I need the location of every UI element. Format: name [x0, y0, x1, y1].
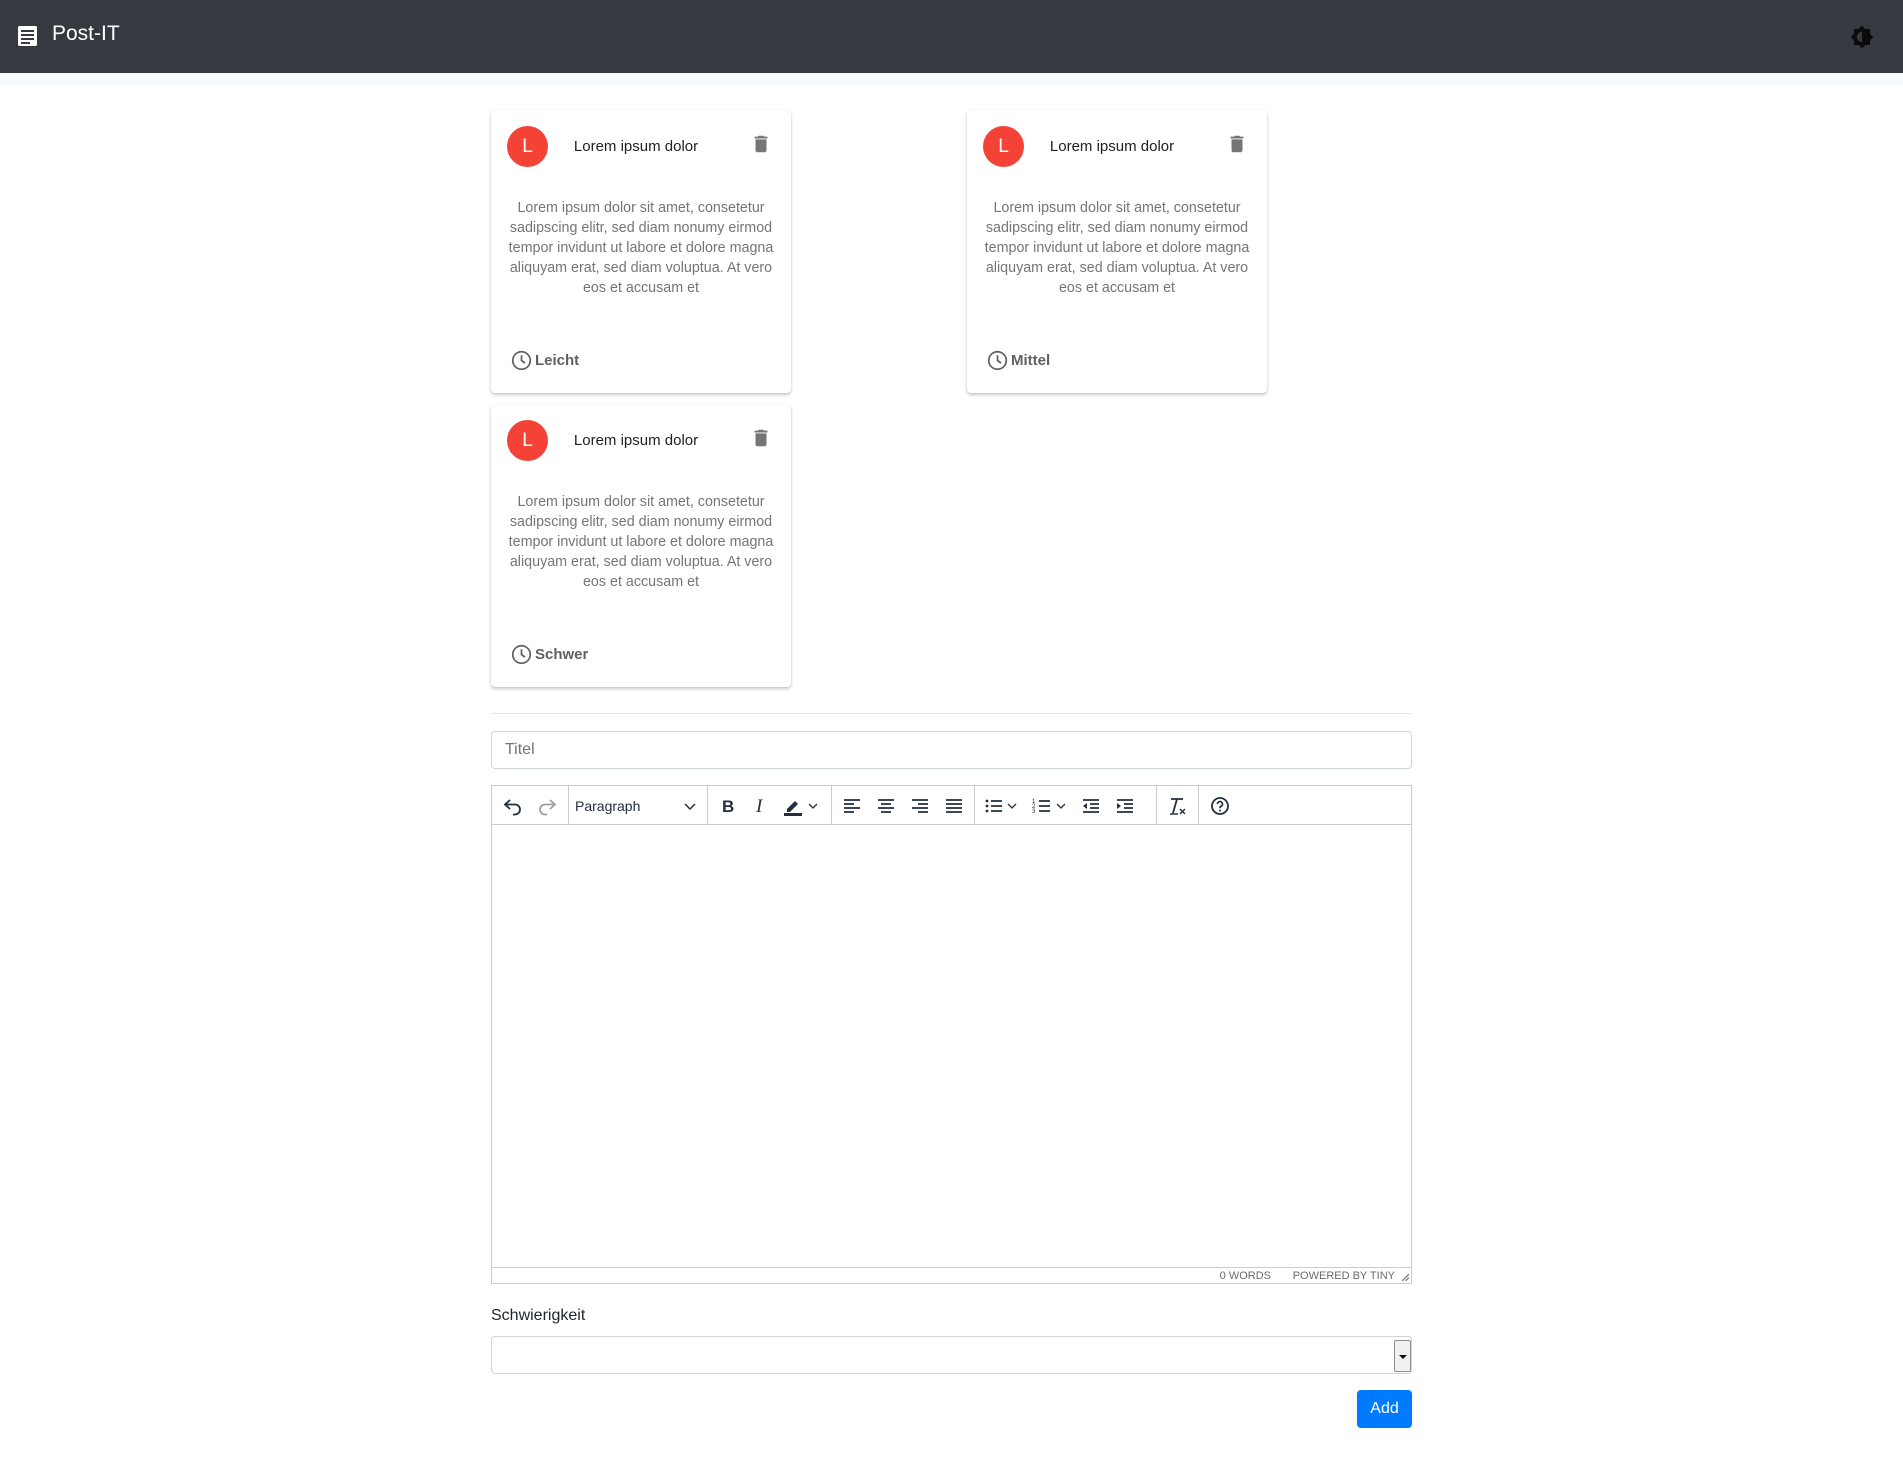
- block-format-value: Paragraph: [575, 798, 641, 814]
- avatar: L: [507, 420, 548, 461]
- toolbar-separator: [707, 786, 708, 825]
- toolbar-separator: [831, 786, 832, 825]
- toolbar-separator: [1156, 786, 1157, 825]
- help-icon[interactable]: [1208, 794, 1232, 818]
- indent-icon[interactable]: [1113, 794, 1137, 818]
- notes-icon[interactable]: [18, 26, 37, 46]
- numbered-list-icon[interactable]: 1 2 3: [1030, 794, 1054, 818]
- clear-formatting-icon[interactable]: [1165, 794, 1189, 818]
- title-input[interactable]: [491, 731, 1412, 769]
- clock-icon: [511, 350, 532, 371]
- chevron-down-icon: [1399, 1355, 1407, 1359]
- svg-text:B: B: [722, 797, 734, 816]
- note-title: Lorem ipsum dolor: [573, 138, 699, 155]
- resize-handle-icon[interactable]: [1399, 1271, 1410, 1282]
- navbar: Post-IT: [0, 0, 1903, 73]
- add-button[interactable]: Add: [1357, 1390, 1412, 1428]
- rich-text-editor: Paragraph B I 1 2 3 0 WORDS POWERED BY T…: [491, 785, 1412, 1284]
- align-left-icon[interactable]: [840, 794, 864, 818]
- editor-content-area[interactable]: [492, 826, 1411, 1267]
- difficulty-label: Schwer: [535, 646, 589, 663]
- bullet-list-icon[interactable]: [982, 794, 1006, 818]
- toolbar-separator: [974, 786, 975, 825]
- toolbar-separator: [568, 786, 569, 825]
- note-title: Lorem ipsum dolor: [573, 432, 699, 449]
- word-count[interactable]: 0 WORDS: [1220, 1268, 1271, 1284]
- avatar: L: [983, 126, 1024, 167]
- redo-icon[interactable]: [535, 794, 559, 818]
- outdent-icon[interactable]: [1079, 794, 1103, 818]
- note-body: Lorem ipsum dolor sit amet, consetetur s…: [984, 200, 1250, 296]
- note-card: L Lorem ipsum dolor Lorem ipsum dolor si…: [491, 404, 791, 687]
- avatar: L: [507, 126, 548, 167]
- difficulty-field-label: Schwierigkeit: [491, 1307, 586, 1324]
- svg-text:3: 3: [1032, 809, 1036, 815]
- toolbar-separator: [1198, 786, 1199, 825]
- note-body: Lorem ipsum dolor sit amet, consetetur s…: [508, 200, 774, 296]
- chevron-down-icon: [684, 803, 696, 811]
- brightness-icon[interactable]: [1850, 25, 1874, 49]
- bold-icon[interactable]: B: [715, 794, 739, 818]
- note-title: Lorem ipsum dolor: [1049, 138, 1175, 155]
- note-card: L Lorem ipsum dolor Lorem ipsum dolor si…: [491, 110, 791, 393]
- chevron-down-icon[interactable]: [1055, 800, 1067, 812]
- difficulty-select[interactable]: [491, 1336, 1412, 1374]
- clock-icon: [511, 644, 532, 665]
- powered-by-link[interactable]: POWERED BY TINY: [1293, 1268, 1395, 1284]
- app-title[interactable]: Post-IT: [52, 22, 120, 46]
- trash-icon[interactable]: [750, 132, 772, 156]
- difficulty-label: Leicht: [535, 352, 580, 369]
- chevron-down-icon[interactable]: [807, 800, 819, 812]
- align-right-icon[interactable]: [908, 794, 932, 818]
- divider: [491, 713, 1412, 714]
- navbar-shadow: [0, 73, 1903, 85]
- align-justify-icon[interactable]: [942, 794, 966, 818]
- trash-icon[interactable]: [1226, 132, 1248, 156]
- trash-icon[interactable]: [750, 426, 772, 450]
- align-center-icon[interactable]: [874, 794, 898, 818]
- editor-statusbar: 0 WORDS POWERED BY TINY: [492, 1267, 1411, 1283]
- italic-icon[interactable]: I: [748, 794, 772, 818]
- chevron-down-icon[interactable]: [1006, 800, 1018, 812]
- editor-toolbar: Paragraph B I 1 2 3: [492, 786, 1411, 825]
- svg-text:I: I: [755, 796, 764, 817]
- difficulty-label: Mittel: [1011, 352, 1051, 369]
- clock-icon: [987, 350, 1008, 371]
- note-body: Lorem ipsum dolor sit amet, consetetur s…: [508, 494, 774, 590]
- note-card: L Lorem ipsum dolor Lorem ipsum dolor si…: [967, 110, 1267, 393]
- select-arrow-button[interactable]: [1394, 1340, 1411, 1372]
- highlight-color-icon[interactable]: [781, 794, 805, 818]
- block-format-select[interactable]: Paragraph: [573, 794, 697, 818]
- undo-icon[interactable]: [501, 794, 525, 818]
